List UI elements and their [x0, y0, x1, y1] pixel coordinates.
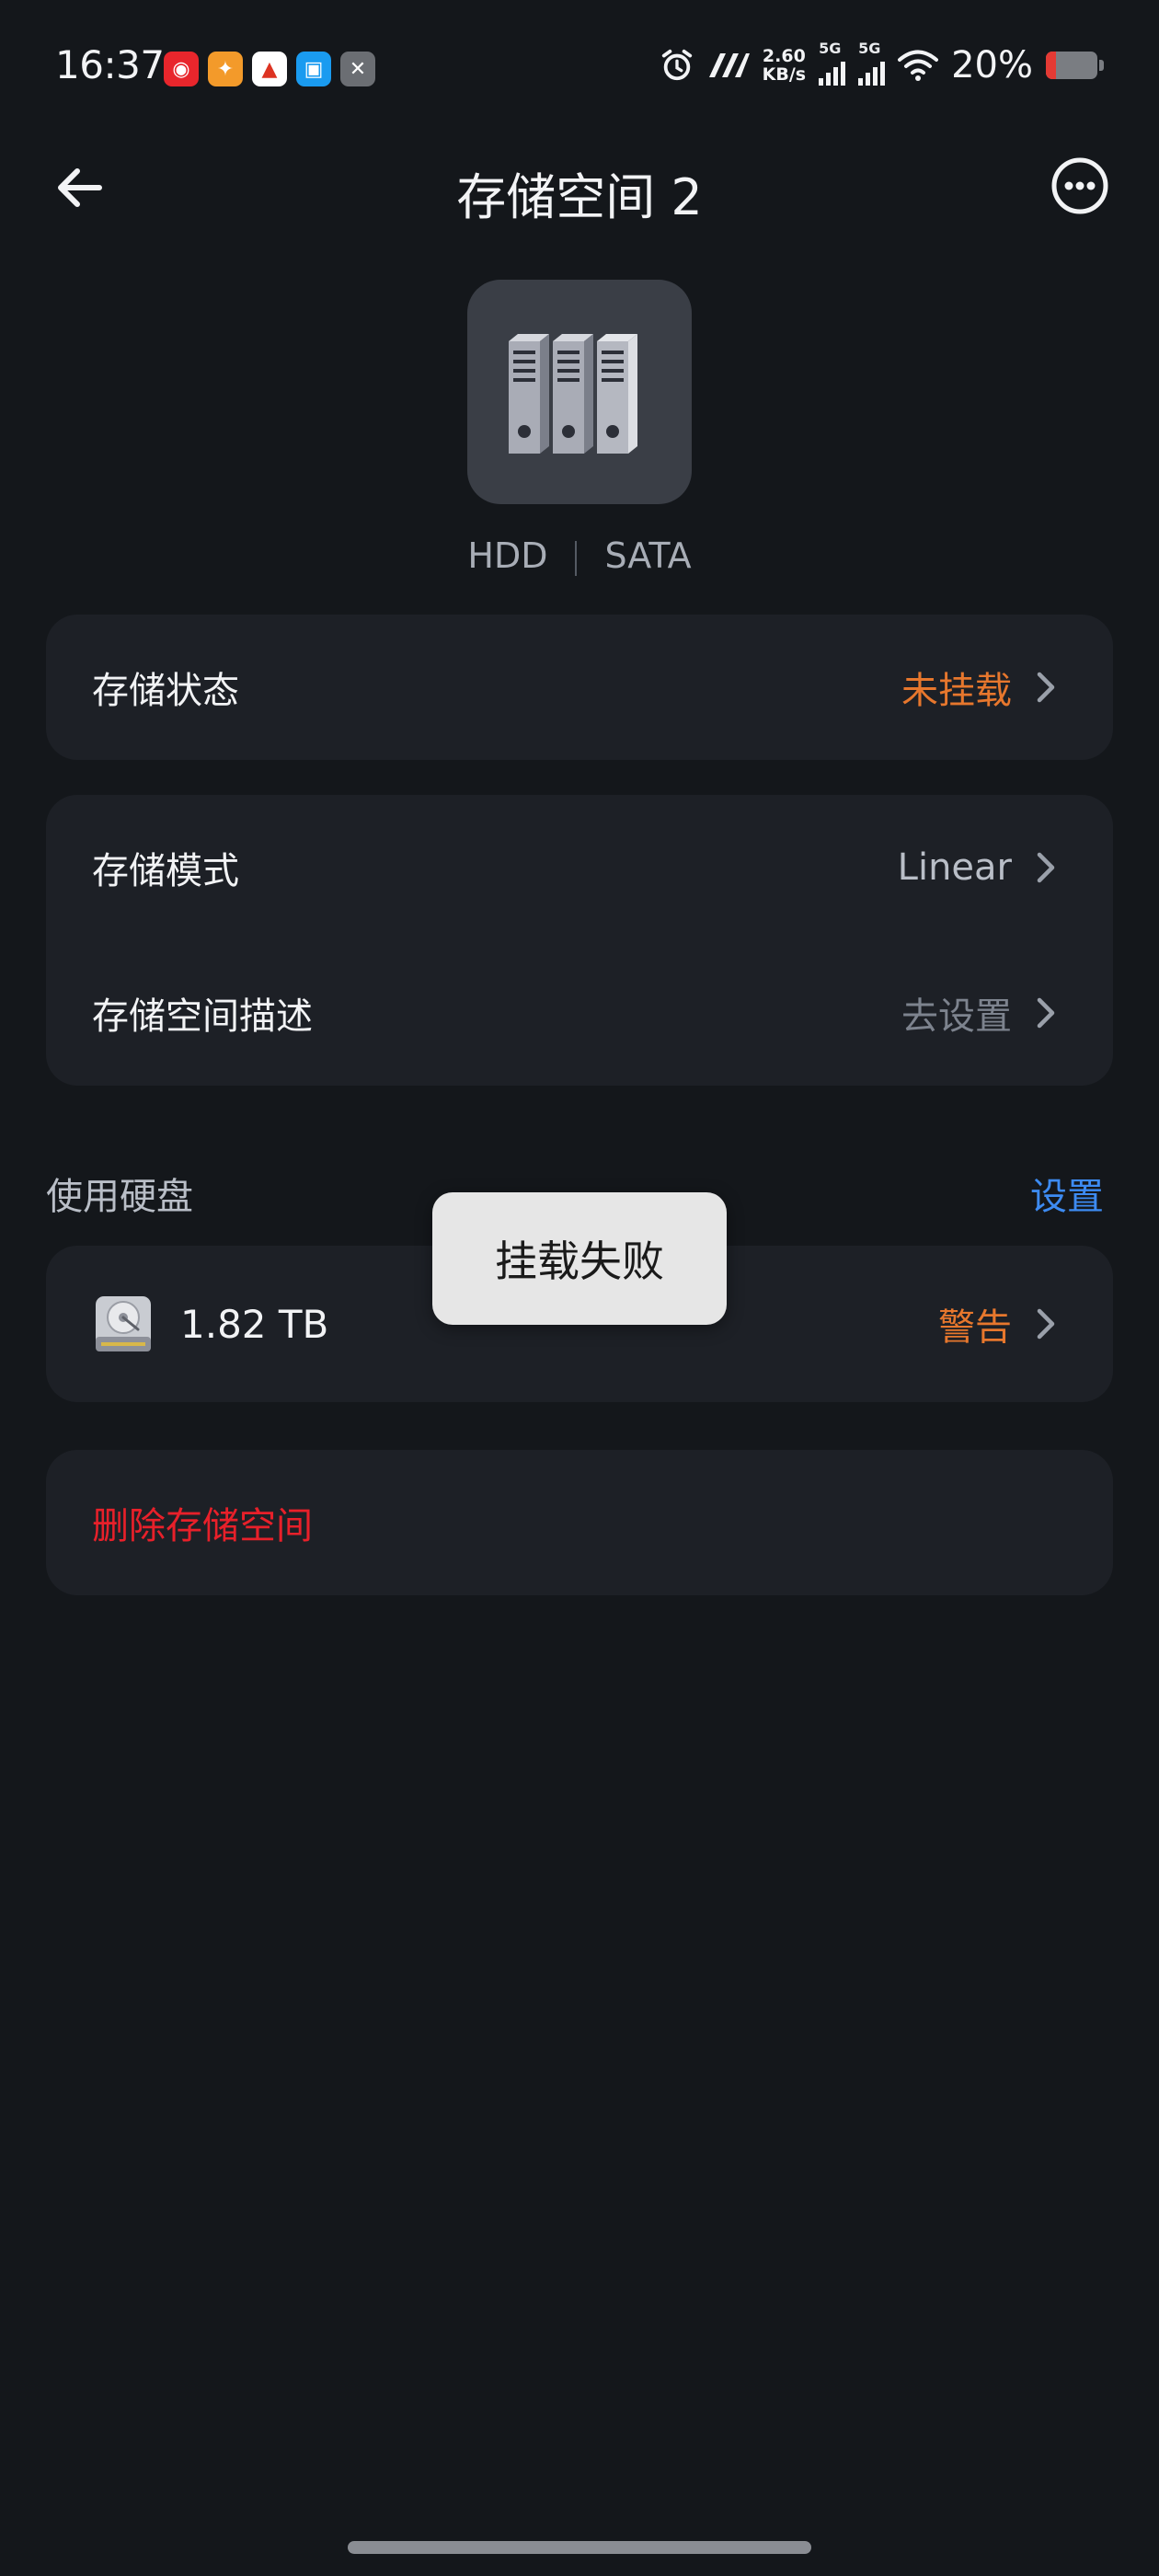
storage-status-row[interactable]: 存储状态 未挂载: [46, 615, 1113, 760]
status-bar: 16:37 ◉ ✦ ▲ ▣ ✕ 2.60 KB/s 5G 5G 20%: [0, 0, 1159, 138]
device-type: HDD: [467, 535, 548, 576]
network-speed-value: 2.60: [762, 46, 806, 66]
more-options-button[interactable]: [1047, 153, 1113, 219]
disk-size: 1.82 TB: [180, 1301, 329, 1347]
device-meta: HDD SATA: [0, 535, 1159, 576]
taobao-icon: ✦: [208, 52, 243, 86]
storage-status-value: 未挂载: [901, 670, 1012, 712]
delete-storage-button[interactable]: 删除存储空间: [92, 1496, 313, 1549]
delete-storage-row[interactable]: 删除存储空间: [46, 1450, 1113, 1595]
disk-status-value: 警告: [938, 1306, 1012, 1349]
more-circle-icon: [1051, 157, 1108, 214]
storage-settings-card: 存储模式 Linear 存储空间描述 去设置: [46, 795, 1113, 1086]
home-indicator[interactable]: [348, 2541, 811, 2554]
sim2-label: 5G: [858, 40, 881, 57]
battery-level-fill: [1046, 52, 1057, 79]
device-interface: SATA: [604, 535, 692, 576]
disks-settings-link[interactable]: 设置: [1030, 1167, 1104, 1220]
system-icons: 2.60 KB/s 5G 5G 20%: [660, 40, 1104, 86]
battery-tip: [1099, 60, 1104, 71]
top-app-bar: 存储空间 2: [0, 138, 1159, 230]
storage-mode-value: Linear: [897, 846, 1012, 889]
page-title: 存储空间 2: [456, 168, 703, 226]
wifi-icon: [898, 50, 939, 81]
chevron-right-icon: [1032, 669, 1060, 706]
network-speed-unit: KB/s: [762, 64, 807, 85]
storage-description-value: 去设置: [901, 995, 1012, 1038]
notification-icons: ◉ ✦ ▲ ▣ ✕: [164, 52, 375, 86]
app-icon: ▣: [296, 52, 331, 86]
battery-percent: 20%: [951, 44, 1033, 86]
signal-sim2-icon: 5G: [858, 40, 886, 86]
storage-mode-label: 存储模式: [92, 850, 239, 892]
chevron-right-icon: [1032, 995, 1060, 1031]
netease-music-icon: ◉: [164, 52, 199, 86]
news-icon: ▲: [252, 52, 287, 86]
chevron-right-icon: [1032, 1305, 1060, 1342]
storage-mode-row[interactable]: 存储模式 Linear: [46, 795, 1113, 940]
chevron-right-icon: [1032, 849, 1060, 886]
storage-description-label: 存储空间描述: [92, 995, 313, 1038]
signal-sim1-icon: 5G: [819, 40, 846, 86]
capcut-icon: ✕: [340, 52, 375, 86]
battery-icon: [1046, 52, 1097, 79]
status-time: 16:37: [55, 42, 165, 87]
storage-status-card: 存储状态 未挂载: [46, 615, 1113, 760]
network-speed: 2.60 KB/s: [763, 47, 806, 84]
nfc-icon: [708, 53, 750, 77]
hard-disk-icon: [96, 1296, 151, 1351]
toast-message: 挂载失败: [432, 1192, 727, 1325]
disks-section-title: 使用硬盘: [46, 1176, 193, 1218]
sim1-label: 5G: [819, 40, 842, 57]
meta-divider: [575, 540, 578, 576]
storage-status-label: 存储状态: [92, 670, 239, 712]
hdd-rack-icon: [509, 334, 637, 454]
storage-device-tile: [467, 280, 692, 504]
alarm-icon: [661, 49, 692, 81]
delete-storage-card: 删除存储空间: [46, 1450, 1113, 1595]
storage-description-row[interactable]: 存储空间描述 去设置: [46, 940, 1113, 1086]
